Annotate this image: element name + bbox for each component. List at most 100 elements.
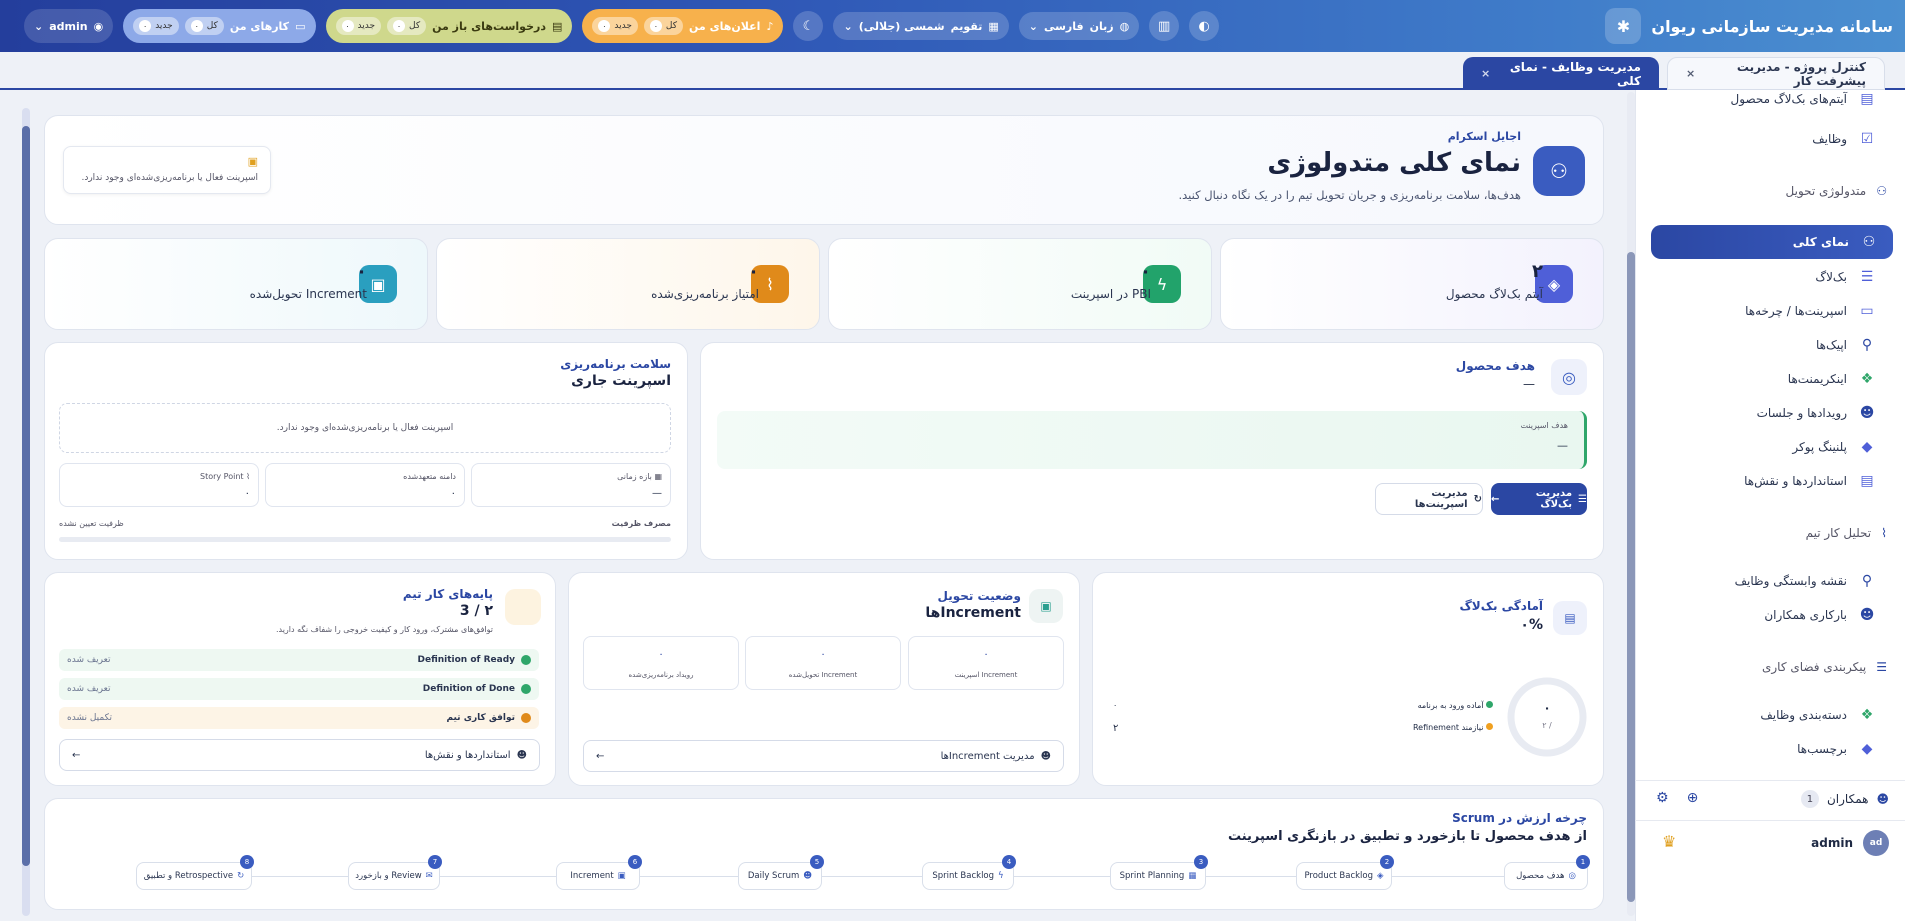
list-icon: ☰	[1578, 493, 1587, 505]
standard-row-dod[interactable]: Definition of Done تعریف شده	[59, 678, 539, 700]
people-icon: ☻	[1859, 405, 1875, 421]
user-name: admin	[49, 19, 88, 33]
divider	[1635, 820, 1905, 821]
people-icon: ☻	[516, 749, 527, 761]
brand: سامانه مدیریت سازمانی ریوان ✱	[1605, 8, 1893, 44]
scrollbar-thumb[interactable]	[22, 126, 30, 866]
target-icon: ◎	[1568, 871, 1576, 881]
flow-step: 7 ✉ Review و بازخورد	[348, 855, 442, 890]
donut-track	[1507, 677, 1587, 757]
close-icon[interactable]: ×	[1686, 67, 1695, 80]
story-point-box: ⌇ Story Point ۰	[59, 463, 259, 507]
flow-step: 3 ▦ Sprint Planning	[1110, 855, 1208, 890]
stat-card-points: ⌇ ۰ امتیاز برنامه‌ریزی‌شده	[436, 238, 820, 330]
sidebar-section-analysis[interactable]: ⌇ تحلیل کار تیم	[1651, 518, 1891, 548]
calendar-value: شمسی (جلالی)	[858, 19, 945, 33]
stat-card-pbi: ϟ ۰ PBI در اسپرینت	[828, 238, 1212, 330]
open-requests-button[interactable]: ۰ جدید ۰ کل درخواست‌های باز من ▤	[325, 9, 573, 43]
check-icon	[521, 684, 531, 694]
warning-icon	[521, 713, 531, 723]
flow-step: 6 ▣ Increment	[556, 855, 642, 890]
manage-sprints-button[interactable]: ↻ مدیریت اسپرینت‌ها	[1375, 483, 1483, 515]
my-tasks-button[interactable]: ۰ جدید ۰ کل کارهای من ▭	[123, 9, 316, 43]
list-icon: ▤	[1860, 91, 1874, 107]
my-tasks-all-badge: ۰ کل	[184, 17, 224, 35]
flow-step: 4 ϟ Sprint Backlog	[922, 855, 1016, 890]
theme-palette-button[interactable]: ◐	[1189, 11, 1220, 41]
planning-health-subtitle: اسپرینت جاری	[571, 373, 671, 389]
open-requests-label: درخواست‌های باز من	[432, 19, 546, 33]
standard-row-agreement[interactable]: توافق کاری تیم تکمیل نشده	[59, 707, 539, 729]
manage-increments-button[interactable]: ☻ مدیریت Incrementها ←	[583, 740, 1064, 772]
moon-icon: ☾	[802, 18, 815, 34]
scrollbar[interactable]	[22, 108, 30, 916]
calendar-icon: ▣	[247, 155, 258, 168]
stat-label: امتیاز برنامه‌ریزی‌شده	[651, 287, 759, 301]
page-title: نمای کلی متدولوژی	[1267, 148, 1521, 178]
sidebar-item-increments[interactable]: ❖ اینکریمنت‌ها	[1651, 364, 1891, 394]
sidebar-item-planning-poker[interactable]: ◆ پلنینگ پوکر	[1651, 432, 1891, 462]
tag-icon: ◆	[1861, 439, 1873, 455]
sidebar-item-overview[interactable]: ⚇ نمای کلی	[1651, 225, 1893, 259]
stat-value: ۲	[1532, 261, 1543, 282]
sidebar-item-standards[interactable]: ▤ استانداردها و نقش‌ها	[1651, 466, 1891, 496]
delivery-box-events: ۰ رویداد برنامه‌ریزی‌شده	[583, 636, 739, 690]
arrow-left-icon: ←	[1491, 493, 1500, 505]
user-row[interactable]: ad admin	[1811, 830, 1889, 856]
building-button[interactable]: ▥	[1149, 11, 1180, 41]
language-value: فارسی	[1043, 19, 1084, 33]
calendar-select[interactable]: ⌄ شمسی (جلالی) تقویم ▦	[833, 12, 1009, 40]
sidebar-item-dependency-map[interactable]: ⚲ نقشه وابستگی وظایف	[1651, 566, 1891, 596]
flow-icon: ⚇	[1533, 146, 1585, 196]
sidebar-item-events[interactable]: ☻ رویدادها و جلسات	[1651, 398, 1891, 428]
sidebar-section-workspace[interactable]: ☰ پیکربندی فضای کاری	[1651, 652, 1891, 682]
graph-icon: ⚲	[1861, 573, 1873, 589]
clipboard-icon: ▤	[551, 19, 563, 33]
tab-label: مدیریت وظایف - نمای کلی	[1509, 59, 1641, 88]
readiness-donut-chart	[1507, 677, 1587, 757]
stat-value: ۰	[748, 261, 759, 282]
team-foundations-title: پایه‌های کار تیم	[402, 587, 493, 601]
user-avatar-icon: ◉	[93, 19, 104, 33]
sidebar-item-workload[interactable]: ☻ بارکاری همکاران	[1651, 600, 1891, 630]
manage-backlog-button[interactable]: ☰ مدیریت بک‌لاگ ←	[1491, 483, 1587, 515]
chevron-down-icon: ⌄	[843, 19, 853, 33]
chart-icon: ⌇	[1881, 526, 1887, 540]
dark-mode-toggle[interactable]: ☾	[793, 11, 824, 41]
sidebar-item-epics[interactable]: ⚲ اپیک‌ها	[1651, 330, 1891, 360]
my-tasks-label: کارهای من	[229, 19, 290, 33]
sidebar-item-sprints[interactable]: ▭ اسپرینت‌ها / چرخه‌ها	[1651, 296, 1891, 326]
sidebar-section-delivery[interactable]: ⚇ متدولوژی تحویل	[1651, 176, 1891, 206]
arrow-left-icon: ←	[596, 750, 605, 762]
notifications-button[interactable]: ۰ جدید ۰ کل اعلان‌های من ♪	[582, 9, 784, 43]
scrollbar[interactable]	[1627, 92, 1635, 916]
user-name: admin	[1811, 836, 1853, 850]
sprint-icon: ▭	[1860, 303, 1874, 319]
globe-icon: ◍	[1119, 19, 1130, 33]
notif-new-badge: ۰ جدید	[592, 17, 638, 35]
colleagues-row[interactable]: ☻ همکاران 1	[1800, 790, 1889, 808]
tabs-row: کنترل پروژه - مدیریت پیشرفت کار × مدیریت…	[0, 52, 1905, 90]
box-icon: ▣	[1029, 589, 1063, 623]
sidebar-item-backlog[interactable]: ☰ بک‌لاگ	[1651, 262, 1891, 292]
capacity-value: ظرفیت تعیین نشده	[59, 519, 124, 528]
planning-health-card: سلامت برنامه‌ریزی اسپرینت جاری اسپرینت ف…	[44, 342, 688, 560]
app-logo-icon[interactable]: ✱	[1605, 8, 1642, 44]
user-menu-button[interactable]: ⌄ admin ◉	[24, 9, 114, 43]
language-select[interactable]: ⌄ فارسی زبان ◍	[1018, 12, 1140, 40]
close-icon[interactable]: ×	[1481, 67, 1490, 80]
refresh-icon: ↻	[237, 871, 245, 881]
scrollbar-thumb[interactable]	[1627, 252, 1635, 902]
add-user-icon[interactable]: ⊕	[1687, 790, 1699, 806]
tab-task-overview[interactable]: مدیریت وظایف - نمای کلی ×	[1463, 57, 1659, 90]
sidebar-item-tasks[interactable]: ☑ وظایف	[1651, 124, 1891, 154]
sidebar-item-backlog-items[interactable]: ▤ آیتم‌های بک‌لاگ محصول	[1651, 84, 1891, 114]
sidebar-item-tags[interactable]: ◆ برچسب‌ها	[1651, 734, 1891, 764]
tag-icon: ◆	[1861, 741, 1873, 757]
gear-icon[interactable]: ⚙	[1656, 790, 1669, 806]
stat-label: Increment تحویل‌شده	[249, 287, 367, 301]
standard-row-dor[interactable]: Definition of Ready تعریف شده	[59, 649, 539, 671]
sidebar-item-categories[interactable]: ❖ دسته‌بندی وظایف	[1651, 700, 1891, 730]
people-icon: ☻	[1876, 792, 1889, 806]
standards-link-button[interactable]: ☻ استانداردها و نقش‌ها ←	[59, 739, 540, 771]
